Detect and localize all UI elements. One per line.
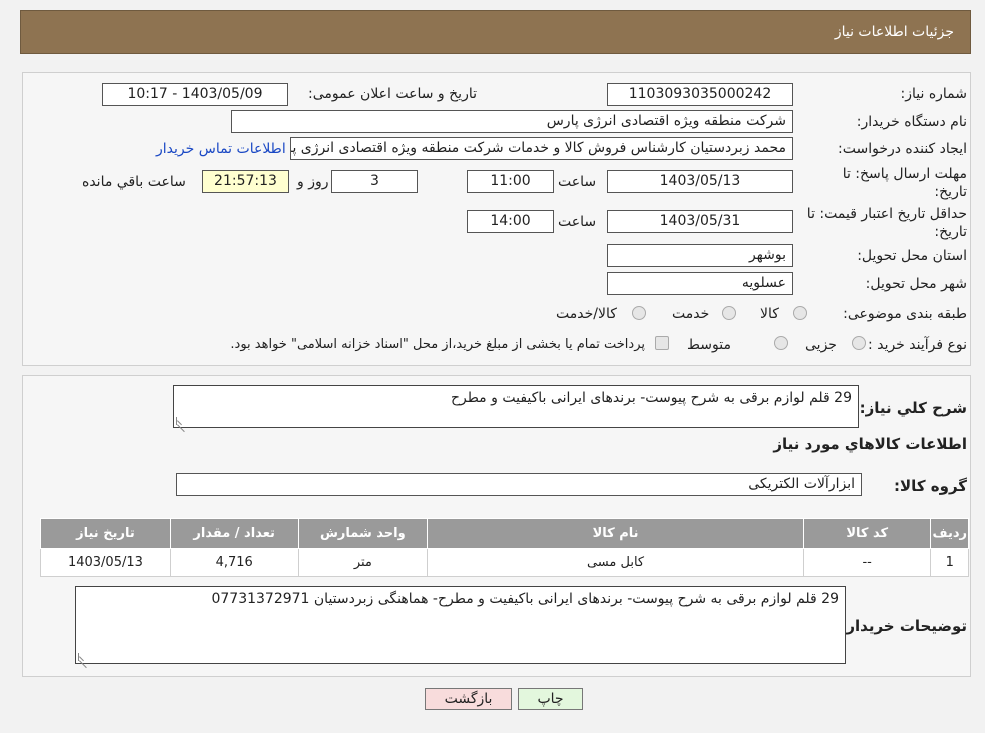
- need-number-label: شماره نیاز:: [900, 86, 968, 102]
- page-header: جزئیات اطلاعات نیاز: [20, 10, 971, 54]
- resize-handle-icon[interactable]: [78, 653, 86, 661]
- back-button[interactable]: بازگشت: [425, 688, 512, 710]
- page-title: جزئیات اطلاعات نیاز: [834, 24, 954, 40]
- goods-group-field: ابزارآلات الکتریکی: [176, 473, 862, 496]
- province-label: استان محل تحویل:: [857, 248, 967, 264]
- payment-note: پرداخت تمام یا بخشی از مبلغ خرید،از محل …: [230, 337, 645, 352]
- announce-field: 1403/05/09 - 10:17: [102, 83, 288, 106]
- buyer-label: نام دستگاه خریدار:: [856, 114, 967, 130]
- validity-label: حداقل تاریخ اعتبار قیمت: تا تاریخ:: [806, 206, 967, 240]
- validity-time-field: 14:00: [467, 210, 554, 233]
- announce-label: تاریخ و ساعت اعلان عمومی:: [308, 86, 477, 102]
- summary-label: شرح کلي نیاز:: [859, 399, 967, 417]
- deadline-time-field: 11:00: [467, 170, 554, 193]
- city-field: عسلویه: [607, 272, 793, 295]
- creator-label: ایجاد کننده درخواست:: [838, 141, 967, 157]
- city-label: شهر محل تحویل:: [865, 276, 967, 292]
- need-number-field: 1103093035000242: [607, 83, 793, 106]
- process-label: نوع فرآیند خرید :: [868, 337, 967, 353]
- col-date-header: تاریخ نیاز: [40, 518, 171, 549]
- col-row-header: ردیف: [930, 518, 969, 549]
- table-row: 1 -- کابل مسی متر 4,716 1403/05/13: [40, 548, 969, 577]
- summary-text: 29 قلم لوازم برقی به شرح پیوست- برندهای …: [450, 390, 852, 406]
- cell-unit: متر: [297, 548, 429, 577]
- category-option-both: کالا/خدمت: [556, 306, 617, 322]
- category-option-service: خدمت: [672, 306, 710, 322]
- process-radio-minor[interactable]: [852, 336, 866, 350]
- summary-textarea[interactable]: 29 قلم لوازم برقی به شرح پیوست- برندهای …: [173, 385, 859, 428]
- cell-row: 1: [930, 548, 969, 577]
- goods-group-label: گروه کالا:: [894, 477, 967, 495]
- buyer-notes-label: توضیحات خریدار:: [840, 617, 967, 635]
- items-table-wrap: ردیف کد کالا نام کالا واحد شمارش تعداد /…: [40, 518, 969, 577]
- buyer-contact-link[interactable]: اطلاعات تماس خریدار: [156, 141, 286, 157]
- buyer-notes-textarea[interactable]: 29 قلم لوازم برقی به شرح پیوست- برندهای …: [75, 586, 846, 664]
- cell-qty: 4,716: [169, 548, 299, 577]
- category-radio-both[interactable]: [632, 306, 646, 320]
- category-label: طبقه بندی موضوعی:: [843, 306, 967, 322]
- table-header-row: ردیف کد کالا نام کالا واحد شمارش تعداد /…: [40, 518, 969, 549]
- category-radio-service[interactable]: [722, 306, 736, 320]
- deadline-date-field: 1403/05/13: [607, 170, 793, 193]
- payment-treasury-checkbox[interactable]: [655, 336, 669, 350]
- category-radio-goods[interactable]: [793, 306, 807, 320]
- days-field: 3: [331, 170, 418, 193]
- process-radio-medium[interactable]: [774, 336, 788, 350]
- cell-date: 1403/05/13: [40, 548, 171, 577]
- province-field: بوشهر: [607, 244, 793, 267]
- resize-handle-icon[interactable]: [176, 417, 184, 425]
- col-code-header: کد کالا: [802, 518, 932, 549]
- remaining-label: ساعت باقي مانده: [82, 174, 186, 190]
- col-name-header: نام کالا: [427, 518, 804, 549]
- cell-code: --: [802, 548, 932, 577]
- col-unit-header: واحد شمارش: [297, 518, 429, 549]
- cell-name: کابل مسی: [427, 548, 804, 577]
- items-table: ردیف کد کالا نام کالا واحد شمارش تعداد /…: [40, 518, 969, 577]
- category-option-goods: کالا: [760, 306, 779, 322]
- deadline-time-label: ساعت: [558, 174, 597, 190]
- buyer-field: شرکت منطقه ویژه اقتصادی انرژی پارس: [231, 110, 793, 133]
- print-button[interactable]: چاپ: [518, 688, 583, 710]
- buyer-notes-text: 29 قلم لوازم برقی به شرح پیوست- برندهای …: [211, 591, 839, 607]
- deadline-label: مهلت ارسال پاسخ: تا تاریخ:: [842, 166, 967, 200]
- col-qty-header: تعداد / مقدار: [169, 518, 299, 549]
- items-title: اطلاعات کالاهاي مورد نیاز: [773, 435, 967, 453]
- process-option-minor: جزیی: [805, 337, 837, 353]
- validity-time-label: ساعت: [558, 214, 597, 230]
- process-option-medium: متوسط: [687, 337, 731, 353]
- days-label: روز و: [297, 174, 329, 190]
- remaining-time-field: 21:57:13: [202, 170, 289, 193]
- validity-date-field: 1403/05/31: [607, 210, 793, 233]
- creator-field: محمد زبردستیان کارشناس فروش کالا و خدمات…: [290, 137, 793, 160]
